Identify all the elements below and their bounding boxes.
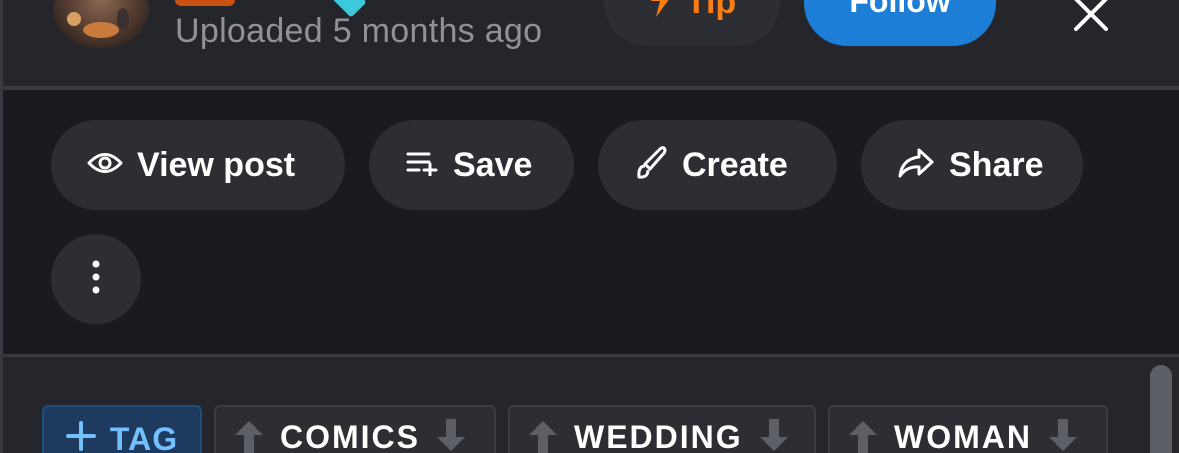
- close-button[interactable]: [1063, 0, 1119, 44]
- view-post-button[interactable]: View post: [51, 120, 345, 210]
- create-button[interactable]: Create: [598, 120, 837, 210]
- close-icon: [1071, 0, 1111, 39]
- avatar[interactable]: [53, 0, 149, 48]
- follow-label: Follow: [849, 0, 951, 19]
- lightning-icon: [648, 0, 676, 22]
- share-label: Share: [949, 145, 1044, 184]
- share-arrow-icon: [897, 147, 935, 184]
- more-options-button[interactable]: [51, 234, 141, 324]
- arrow-up-icon: [526, 419, 560, 453]
- upvote-button[interactable]: [526, 419, 560, 453]
- save-button[interactable]: Save: [369, 120, 574, 210]
- tag-label[interactable]: WEDDING: [574, 419, 743, 453]
- upload-time: Uploaded 5 months ago: [175, 12, 543, 50]
- scrollbar-thumb[interactable]: [1150, 365, 1172, 453]
- tag-chip-woman: WOMAN: [828, 405, 1108, 453]
- arrow-down-icon: [757, 419, 791, 453]
- add-tag-button[interactable]: TAG: [42, 405, 202, 453]
- view-post-label: View post: [137, 145, 296, 184]
- create-label: Create: [682, 145, 788, 184]
- share-button[interactable]: Share: [861, 120, 1083, 210]
- tip-label: Tip: [685, 0, 737, 21]
- playlist-add-icon: [405, 150, 439, 181]
- downvote-button[interactable]: [434, 419, 468, 453]
- arrow-down-icon: [1046, 419, 1080, 453]
- add-tag-label: TAG: [109, 421, 179, 453]
- dots-vertical-icon: [91, 260, 101, 299]
- arrow-up-icon: [232, 419, 266, 453]
- username-fragment[interactable]: [175, 0, 235, 6]
- save-label: Save: [453, 145, 533, 184]
- follow-button[interactable]: Follow: [804, 0, 996, 46]
- tag-label[interactable]: WOMAN: [894, 419, 1032, 453]
- tags-section: TAG COMICS WEDDING WOMAN: [0, 357, 1179, 453]
- downvote-button[interactable]: [757, 419, 791, 453]
- tag-label[interactable]: COMICS: [280, 419, 420, 453]
- tip-button[interactable]: Tip: [604, 0, 780, 46]
- downvote-button[interactable]: [1046, 419, 1080, 453]
- arrow-up-icon: [846, 419, 880, 453]
- tag-chip-comics: COMICS: [214, 405, 496, 453]
- arrow-down-icon: [434, 419, 468, 453]
- upvote-button[interactable]: [232, 419, 266, 453]
- tag-chip-wedding: WEDDING: [508, 405, 816, 453]
- plus-icon: [65, 421, 96, 453]
- post-actions: View post Save Create Share: [0, 90, 1179, 354]
- brush-icon: [634, 145, 668, 186]
- post-header: Uploaded 5 months ago Tip Follow: [0, 0, 1179, 86]
- image-detail-panel: Uploaded 5 months ago Tip Follow View po…: [0, 0, 1179, 453]
- eye-icon: [87, 150, 123, 181]
- upvote-button[interactable]: [846, 419, 880, 453]
